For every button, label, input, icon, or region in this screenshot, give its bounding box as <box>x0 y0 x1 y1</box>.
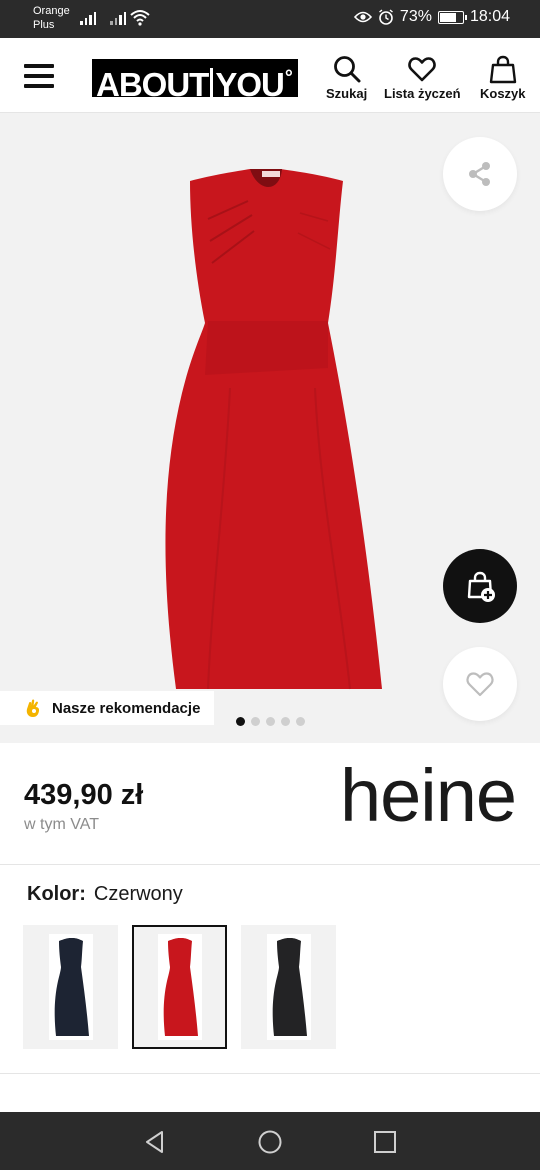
color-value: Czerwony <box>93 883 183 905</box>
add-to-wishlist-button[interactable] <box>443 647 517 721</box>
vat-note: w tym VAT <box>24 816 99 833</box>
bag-plus-icon <box>467 571 495 602</box>
product-gallery[interactable]: Nasze rekomendacje <box>0 113 540 743</box>
signal-icon-2 <box>110 11 126 25</box>
carousel-dot[interactable] <box>281 717 290 726</box>
search-icon <box>333 56 361 83</box>
app-header: ABOUT YOU° Szukaj Lista życzeń Koszyk <box>0 38 540 113</box>
bag-icon <box>489 55 516 84</box>
alarm-icon <box>378 9 393 25</box>
back-icon[interactable] <box>142 1129 168 1155</box>
add-to-bag-button[interactable] <box>443 549 517 623</box>
product-image <box>150 163 390 693</box>
color-section: Kolor: Czerwony <box>0 866 540 1074</box>
share-icon <box>469 162 490 186</box>
swatch-thumbnail <box>266 934 311 1040</box>
color-swatch-black[interactable] <box>241 925 336 1049</box>
color-label: Kolor: Czerwony <box>27 883 183 906</box>
status-bar: Orange Plus 73% 18:04 <box>0 0 540 38</box>
carousel-dot[interactable] <box>251 717 260 726</box>
carousel-dots[interactable] <box>236 717 305 726</box>
dress-thumbnail-image <box>272 938 307 1036</box>
battery-icon <box>437 10 467 24</box>
carrier-line2: Plus <box>33 19 55 31</box>
menu-icon[interactable] <box>24 64 54 88</box>
signal-icon <box>80 11 96 25</box>
carousel-dot[interactable] <box>296 717 305 726</box>
wishlist-button[interactable]: Lista życzeń <box>384 54 461 101</box>
battery-percent: 73% <box>399 8 432 25</box>
price-section: 439,90 zł w tym VAT heine <box>0 743 540 865</box>
swatch-thumbnail <box>48 934 93 1040</box>
carrier-name: Orange Plus <box>33 4 70 32</box>
recents-icon[interactable] <box>372 1129 398 1155</box>
color-swatch-red[interactable] <box>132 925 227 1049</box>
dress-thumbnail-image <box>54 938 89 1036</box>
logo-right-text: YOU <box>215 66 285 103</box>
cart-button[interactable]: Koszyk <box>480 54 526 101</box>
eye-icon <box>353 11 372 23</box>
product-price: 439,90 zł <box>24 779 144 811</box>
about-you-logo[interactable]: ABOUT YOU° <box>92 59 298 103</box>
clock: 18:04 <box>469 8 510 25</box>
brand-logo[interactable]: heine <box>340 759 517 833</box>
carousel-dot[interactable] <box>266 717 275 726</box>
share-button[interactable] <box>443 137 517 211</box>
heart-outline-icon <box>466 672 494 697</box>
carousel-dot[interactable] <box>236 717 245 726</box>
cart-label: Koszyk <box>480 86 526 101</box>
color-swatch-navy[interactable] <box>23 925 118 1049</box>
recommendations-label: Nasze rekomendacje <box>52 699 201 717</box>
recommendations-tag[interactable]: Nasze rekomendacje <box>0 691 215 725</box>
search-label: Szukaj <box>326 86 368 101</box>
status-right: 73% 18:04 <box>353 8 510 26</box>
dress-thumbnail-image <box>163 938 198 1036</box>
swatch-thumbnail <box>157 934 202 1040</box>
system-navigation-bar <box>0 1112 540 1170</box>
color-label-key: Kolor: <box>27 883 86 905</box>
heart-icon <box>408 57 437 82</box>
carrier-line1: Orange <box>33 5 70 17</box>
logo-left-text: ABOUT <box>96 66 209 103</box>
home-icon[interactable] <box>257 1129 283 1155</box>
wishlist-label: Lista życzeń <box>384 86 461 101</box>
wifi-icon <box>130 10 150 26</box>
ok-hand-icon <box>26 699 40 717</box>
search-button[interactable]: Szukaj <box>326 54 367 101</box>
